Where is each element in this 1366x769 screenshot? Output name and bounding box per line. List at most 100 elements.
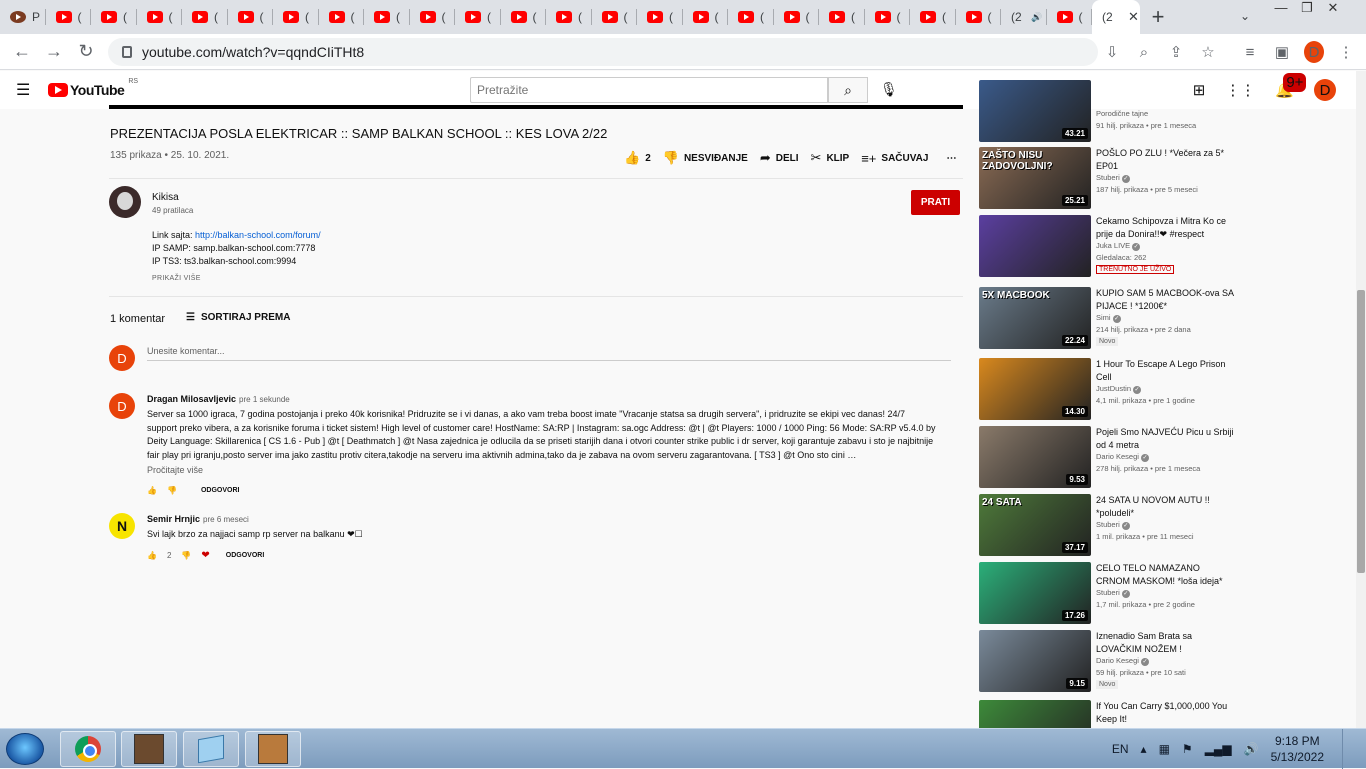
recommended-channel[interactable]: Stuberi ✓ xyxy=(1096,520,1130,530)
comment-dislike-icon[interactable]: 👎 xyxy=(181,551,191,560)
taskbar-app-image-2[interactable] xyxy=(245,731,301,767)
share-icon[interactable]: ⇪ xyxy=(1166,43,1186,61)
video-thumbnail[interactable]: 5X MACBOOK 22.24 xyxy=(979,287,1091,349)
recommended-video[interactable]: 5X MACBOOK 22.24 KUPIO SAM 5 MACBOOK-ova S… xyxy=(979,287,1239,349)
mic-icon[interactable]: 🎙 xyxy=(880,81,898,98)
language-indicator[interactable]: EN xyxy=(1112,742,1129,756)
action-center-icon[interactable]: ⚑ xyxy=(1182,742,1193,756)
media-queue-icon[interactable]: ≡ xyxy=(1240,44,1260,61)
recommended-video[interactable]: 17.26 CELO TELO NAMAZANO CRNOM MASKOM! *l… xyxy=(979,562,1239,624)
video-thumbnail[interactable]: 14.30 xyxy=(979,358,1091,420)
browser-profile-avatar[interactable]: D xyxy=(1304,41,1324,63)
video-player-bottom-edge[interactable] xyxy=(109,105,963,109)
side-panel-icon[interactable]: ▣ xyxy=(1272,43,1292,61)
save-button[interactable]: ≡+ SAČUVAJ xyxy=(861,151,928,166)
scrollbar-thumb[interactable] xyxy=(1357,290,1365,573)
recommended-video[interactable]: 9.53 Pojeli Smo NAJVEĆU Picu u Srbiji od … xyxy=(979,426,1239,488)
browser-tab[interactable]: ( xyxy=(956,0,1002,34)
start-button[interactable] xyxy=(6,733,44,765)
dislike-button[interactable]: 👎 NESVIĐANJE xyxy=(663,150,748,166)
browser-tab[interactable]: ( xyxy=(865,0,911,34)
recommended-channel[interactable]: JustDustin ✓ xyxy=(1096,384,1142,394)
reply-button[interactable]: ODGOVORI xyxy=(226,552,265,559)
browser-tab[interactable]: ( xyxy=(728,0,774,34)
search-button[interactable]: ⌕ xyxy=(828,77,868,103)
browser-tab[interactable]: ( xyxy=(273,0,319,34)
video-thumbnail[interactable]: 17.26 xyxy=(979,562,1091,624)
desc-link[interactable]: http://balkan-school.com/forum/ xyxy=(195,230,321,240)
forward-arrow-icon[interactable]: → xyxy=(38,41,70,62)
recommended-channel[interactable]: Stuberi ✓ xyxy=(1096,588,1130,598)
yt-profile-avatar[interactable]: D xyxy=(1314,79,1336,101)
browser-tab[interactable]: (2 🔊 xyxy=(1001,0,1047,34)
audio-playing-icon[interactable]: 🔊 xyxy=(1031,12,1042,23)
network-signal-icon[interactable]: ▂▄▆ xyxy=(1205,742,1232,756)
browser-tab[interactable]: ( xyxy=(91,0,137,34)
sort-comments-button[interactable]: ☰ SORTIRAJ PREMA xyxy=(186,312,290,323)
more-actions-icon[interactable]: ⋯ xyxy=(946,153,956,164)
recommended-video[interactable]: 43.21 Porodične tajne 91 hilj. prikaza • p… xyxy=(979,80,1239,142)
recommended-channel[interactable]: Stuberi ✓ xyxy=(1096,173,1130,183)
recommended-channel[interactable]: Dario Kesegi ✓ xyxy=(1096,452,1149,462)
search-input[interactable] xyxy=(470,77,828,103)
browser-tab[interactable]: ( xyxy=(683,0,729,34)
taskbar-chrome[interactable] xyxy=(60,731,116,767)
browser-tab[interactable]: ( xyxy=(819,0,865,34)
recommended-title[interactable]: CELO TELO NAMAZANO CRNOM MASKOM! *loša i… xyxy=(1096,562,1236,587)
video-thumbnail[interactable] xyxy=(979,215,1091,277)
browser-tab[interactable]: ( xyxy=(501,0,547,34)
recommended-title[interactable]: 1 Hour To Escape A Lego Prison Cell xyxy=(1096,358,1236,383)
youtube-logo[interactable]: YouTube RS xyxy=(48,78,138,98)
browser-tab[interactable]: ( xyxy=(319,0,365,34)
reload-icon[interactable]: ↻ xyxy=(70,41,102,62)
hamburger-menu-icon[interactable]: ☰ xyxy=(16,80,40,100)
browser-tab[interactable]: ( xyxy=(592,0,638,34)
comment-like-icon[interactable]: 👍 xyxy=(147,551,157,560)
taskbar-app-image[interactable] xyxy=(121,731,177,767)
comment-like-icon[interactable]: 👍 xyxy=(147,486,157,495)
browser-tab[interactable]: ( xyxy=(910,0,956,34)
recommended-video[interactable]: 9.15 Iznenadio Sam Brata sa LOVAČKIM NOŽE… xyxy=(979,630,1239,692)
show-more-button[interactable]: PRIKAŽI VIŠE xyxy=(152,275,201,282)
recommended-channel[interactable]: Simi ✓ xyxy=(1096,313,1121,323)
recommended-video[interactable]: 14.30 1 Hour To Escape A Lego Prison Cell… xyxy=(979,358,1239,420)
show-hidden-icons[interactable]: ▴ xyxy=(1141,742,1147,756)
tray-app-icon[interactable]: ▦ xyxy=(1159,742,1170,756)
new-tab-button[interactable]: + xyxy=(1140,4,1176,30)
comment-author[interactable]: Semir Hrnjic pre 6 meseci xyxy=(147,514,249,524)
share-button[interactable]: ➦ DELI xyxy=(760,150,799,166)
recommended-video[interactable]: Cekamo Schipovza i Mitra Ko ce prije da … xyxy=(979,215,1239,277)
recommended-title[interactable]: Pojeli Smo NAJVEĆU Picu u Srbiji od 4 me… xyxy=(1096,426,1236,451)
close-tab-icon[interactable]: ✕ xyxy=(1128,9,1139,25)
browser-tab[interactable]: ( xyxy=(637,0,683,34)
recommended-title[interactable]: Cekamo Schipovza i Mitra Ko ce prije da … xyxy=(1096,215,1236,240)
browser-tab[interactable]: ( xyxy=(546,0,592,34)
comment-dislike-icon[interactable]: 👎 xyxy=(167,486,177,495)
read-more-link[interactable]: Pročitajte više xyxy=(147,465,203,475)
like-button[interactable]: 👍 2 xyxy=(624,150,651,166)
channel-name[interactable]: Kikisa xyxy=(152,192,179,203)
comment-avatar[interactable]: D xyxy=(109,393,135,419)
channel-avatar[interactable] xyxy=(109,186,141,218)
recommended-title[interactable]: 24 SATA U NOVOM AUTU !! *poludeli* xyxy=(1096,494,1236,519)
browser-tab[interactable]: ( xyxy=(774,0,820,34)
recommended-title[interactable]: Iznenadio Sam Brata sa LOVAČKIM NOŽEM ! xyxy=(1096,630,1236,655)
recommended-video[interactable]: ZAŠTO NISU ZADOVOLJNI? 25.21 POŠLO PO ZLU … xyxy=(979,147,1239,209)
recommended-title[interactable]: KUPIO SAM 5 MACBOOK-ova SA PIJACE ! *120… xyxy=(1096,287,1236,312)
video-thumbnail[interactable]: 9.15 xyxy=(979,630,1091,692)
bookmark-star-icon[interactable]: ☆ xyxy=(1198,43,1218,61)
recommended-title[interactable]: POŠLO PO ZLU ! *Večera za 5* EP01 xyxy=(1096,147,1236,172)
install-icon[interactable]: ⇩ xyxy=(1102,43,1122,61)
browser-tab[interactable]: ( xyxy=(228,0,274,34)
show-desktop-button[interactable] xyxy=(1342,729,1356,769)
active-browser-tab[interactable]: (2 ✕ xyxy=(1092,0,1140,34)
browser-tab[interactable]: ( xyxy=(182,0,228,34)
close-window-button[interactable]: ✕ xyxy=(1320,0,1346,20)
video-thumbnail[interactable]: 43.21 xyxy=(979,80,1091,142)
recommended-channel[interactable]: Juka LIVE ✓ xyxy=(1096,241,1141,251)
browser-tab[interactable]: ( xyxy=(364,0,410,34)
menu-dots-icon[interactable]: ⋮ xyxy=(1336,43,1356,61)
minimize-button[interactable]: — xyxy=(1268,0,1294,20)
recommended-title[interactable]: If You Can Carry $1,000,000 You Keep It! xyxy=(1096,700,1236,725)
tab-search-chevron-icon[interactable]: ⌄ xyxy=(1240,9,1250,23)
